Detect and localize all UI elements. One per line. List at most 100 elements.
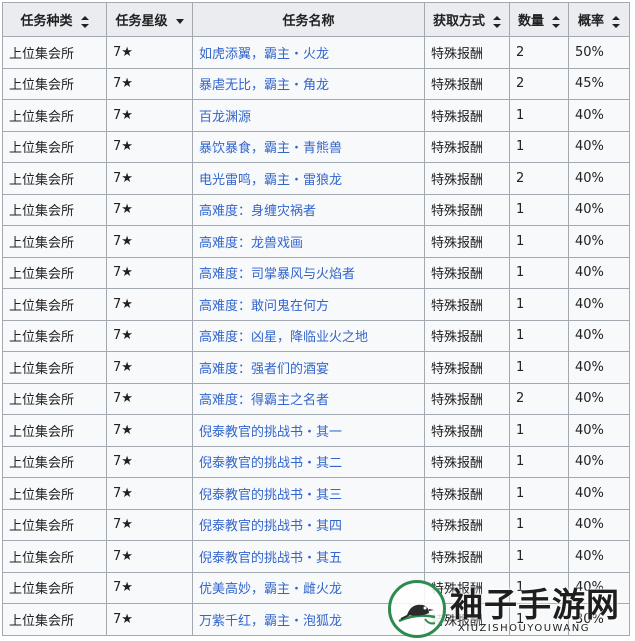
col-header-acquire-method[interactable]: 获取方式 bbox=[424, 2, 510, 37]
table-row: 上位集会所 7★ 高难度：得霸主之名者 特殊报酬 2 40% bbox=[2, 382, 630, 415]
cell-quest-type: 上位集会所 bbox=[2, 225, 107, 258]
cell-quest-rank: 7★ bbox=[106, 319, 193, 352]
cell-quest-name[interactable]: 倪泰教官的挑战书・其四 bbox=[192, 508, 425, 541]
cell-quest-type: 上位集会所 bbox=[2, 67, 107, 100]
cell-probability: 40% bbox=[568, 351, 630, 384]
cell-probability: 40% bbox=[568, 445, 630, 478]
cell-quest-name[interactable]: 万紫千红，霸主・泡狐龙 bbox=[192, 603, 425, 636]
cell-quest-name[interactable]: 倪泰教官的挑战书・其三 bbox=[192, 477, 425, 510]
col-header-quantity[interactable]: 数量 bbox=[509, 2, 569, 37]
cell-probability: 40% bbox=[568, 130, 630, 163]
cell-quest-name[interactable]: 暴虐无比，霸主・角龙 bbox=[192, 67, 425, 100]
cell-quest-name[interactable]: 暴饮暴食，霸主・青熊兽 bbox=[192, 130, 425, 163]
cell-probability: 40% bbox=[568, 162, 630, 195]
cell-quest-rank: 7★ bbox=[106, 508, 193, 541]
cell-quest-name[interactable]: 高难度：敢问鬼在何方 bbox=[192, 288, 425, 321]
cell-probability: 40% bbox=[568, 256, 630, 289]
cell-quest-name[interactable]: 倪泰教官的挑战书・其五 bbox=[192, 540, 425, 573]
col-header-probability[interactable]: 概率 bbox=[568, 2, 630, 37]
table-row: 上位集会所 7★ 暴虐无比，霸主・角龙 特殊报酬 2 45% bbox=[2, 67, 630, 100]
cell-probability: 40% bbox=[568, 99, 630, 132]
cell-quest-name[interactable]: 高难度：司掌暴风与火焰者 bbox=[192, 256, 425, 289]
cell-quest-type: 上位集会所 bbox=[2, 288, 107, 321]
cell-probability: 40% bbox=[568, 414, 630, 447]
cell-quest-rank: 7★ bbox=[106, 445, 193, 478]
cell-quest-name[interactable]: 如虎添翼，霸主・火龙 bbox=[192, 36, 425, 69]
rewards-table: 任务种类 任务星级 任务名称 获取方式 数量 概率 上位集会所 7★ 如虎添翼，霸主… bbox=[2, 2, 630, 636]
cell-quantity: 1 bbox=[509, 99, 569, 132]
cell-quest-rank: 7★ bbox=[106, 162, 193, 195]
table-row: 上位集会所 7★ 倪泰教官的挑战书・其一 特殊报酬 1 40% bbox=[2, 414, 630, 447]
cell-acquire-method: 特殊报酬 bbox=[424, 99, 510, 132]
cell-quest-rank: 7★ bbox=[106, 571, 193, 604]
cell-acquire-method: 特殊报酬 bbox=[424, 319, 510, 352]
cell-quest-rank: 7★ bbox=[106, 67, 193, 100]
cell-quest-rank: 7★ bbox=[106, 351, 193, 384]
cell-quest-name[interactable]: 高难度：得霸主之名者 bbox=[192, 382, 425, 415]
cell-quest-name[interactable]: 电光雷鸣，霸主・雷狼龙 bbox=[192, 162, 425, 195]
cell-probability: 40% bbox=[568, 540, 630, 573]
table-row: 上位集会所 7★ 如虎添翼，霸主・火龙 特殊报酬 2 50% bbox=[2, 36, 630, 69]
col-header-quest-name: 任务名称 bbox=[192, 2, 425, 37]
cell-acquire-method: 特殊报酬 bbox=[424, 36, 510, 69]
cell-quest-rank: 7★ bbox=[106, 36, 193, 69]
cell-quest-rank: 7★ bbox=[106, 288, 193, 321]
cell-quest-rank: 7★ bbox=[106, 256, 193, 289]
cell-probability: 40% bbox=[568, 288, 630, 321]
cell-quest-type: 上位集会所 bbox=[2, 319, 107, 352]
cell-quest-name[interactable]: 高难度：强者们的酒宴 bbox=[192, 351, 425, 384]
cell-quest-type: 上位集会所 bbox=[2, 445, 107, 478]
table-row: 上位集会所 7★ 倪泰教官的挑战书・其二 特殊报酬 1 40% bbox=[2, 445, 630, 478]
table-row: 上位集会所 7★ 倪泰教官的挑战书・其三 特殊报酬 1 40% bbox=[2, 477, 630, 510]
cell-quantity: 1 bbox=[509, 225, 569, 258]
cell-probability: 40% bbox=[568, 571, 630, 604]
cell-quest-type: 上位集会所 bbox=[2, 540, 107, 573]
cell-acquire-method: 特殊报酬 bbox=[424, 67, 510, 100]
cell-quest-type: 上位集会所 bbox=[2, 382, 107, 415]
cell-quantity: 1 bbox=[509, 477, 569, 510]
table-row: 上位集会所 7★ 优美高妙，霸主・雌火龙 特殊报酬 1 40% bbox=[2, 571, 630, 604]
cell-probability: 30% bbox=[568, 603, 630, 636]
cell-acquire-method: 特殊报酬 bbox=[424, 571, 510, 604]
cell-acquire-method: 特殊报酬 bbox=[424, 508, 510, 541]
table-row: 上位集会所 7★ 电光雷鸣，霸主・雷狼龙 特殊报酬 2 40% bbox=[2, 162, 630, 195]
cell-quest-rank: 7★ bbox=[106, 414, 193, 447]
cell-quest-type: 上位集会所 bbox=[2, 36, 107, 69]
cell-acquire-method: 特殊报酬 bbox=[424, 130, 510, 163]
sort-icon bbox=[80, 15, 89, 28]
cell-quantity: 1 bbox=[509, 540, 569, 573]
cell-quest-rank: 7★ bbox=[106, 99, 193, 132]
cell-acquire-method: 特殊报酬 bbox=[424, 162, 510, 195]
cell-probability: 50% bbox=[568, 36, 630, 69]
table-row: 上位集会所 7★ 高难度：龙兽戏画 特殊报酬 1 40% bbox=[2, 225, 630, 258]
cell-quest-type: 上位集会所 bbox=[2, 193, 107, 226]
cell-quest-rank: 7★ bbox=[106, 225, 193, 258]
table-row: 上位集会所 7★ 高难度：司掌暴风与火焰者 特殊报酬 1 40% bbox=[2, 256, 630, 289]
col-header-quest-type[interactable]: 任务种类 bbox=[2, 2, 107, 37]
cell-probability: 45% bbox=[568, 67, 630, 100]
table-row: 上位集会所 7★ 高难度：身缠灾祸者 特殊报酬 1 40% bbox=[2, 193, 630, 226]
cell-quest-type: 上位集会所 bbox=[2, 162, 107, 195]
cell-quantity: 1 bbox=[509, 319, 569, 352]
sort-icon bbox=[552, 15, 560, 28]
cell-probability: 40% bbox=[568, 319, 630, 352]
cell-quest-rank: 7★ bbox=[106, 193, 193, 226]
cell-quest-name[interactable]: 高难度：身缠灾祸者 bbox=[192, 193, 425, 226]
col-header-quest-rank[interactable]: 任务星级 bbox=[106, 2, 193, 37]
cell-quest-name[interactable]: 优美高妙，霸主・雌火龙 bbox=[192, 571, 425, 604]
cell-quest-name[interactable]: 高难度：龙兽戏画 bbox=[192, 225, 425, 258]
table-row: 上位集会所 7★ 暴饮暴食，霸主・青熊兽 特殊报酬 1 40% bbox=[2, 130, 630, 163]
cell-quest-rank: 7★ bbox=[106, 477, 193, 510]
cell-acquire-method: 特殊报酬 bbox=[424, 351, 510, 384]
cell-quest-type: 上位集会所 bbox=[2, 130, 107, 163]
cell-probability: 40% bbox=[568, 382, 630, 415]
cell-quest-name[interactable]: 高难度：凶星，降临业火之地 bbox=[192, 319, 425, 352]
sort-icon bbox=[612, 15, 620, 28]
cell-quest-name[interactable]: 倪泰教官的挑战书・其一 bbox=[192, 414, 425, 447]
cell-quest-name[interactable]: 倪泰教官的挑战书・其二 bbox=[192, 445, 425, 478]
cell-quest-type: 上位集会所 bbox=[2, 414, 107, 447]
table-row: 上位集会所 7★ 倪泰教官的挑战书・其五 特殊报酬 1 40% bbox=[2, 540, 630, 573]
table-row: 上位集会所 7★ 百龙渊源 特殊报酬 1 40% bbox=[2, 99, 630, 132]
cell-quest-name[interactable]: 百龙渊源 bbox=[192, 99, 425, 132]
cell-probability: 40% bbox=[568, 508, 630, 541]
